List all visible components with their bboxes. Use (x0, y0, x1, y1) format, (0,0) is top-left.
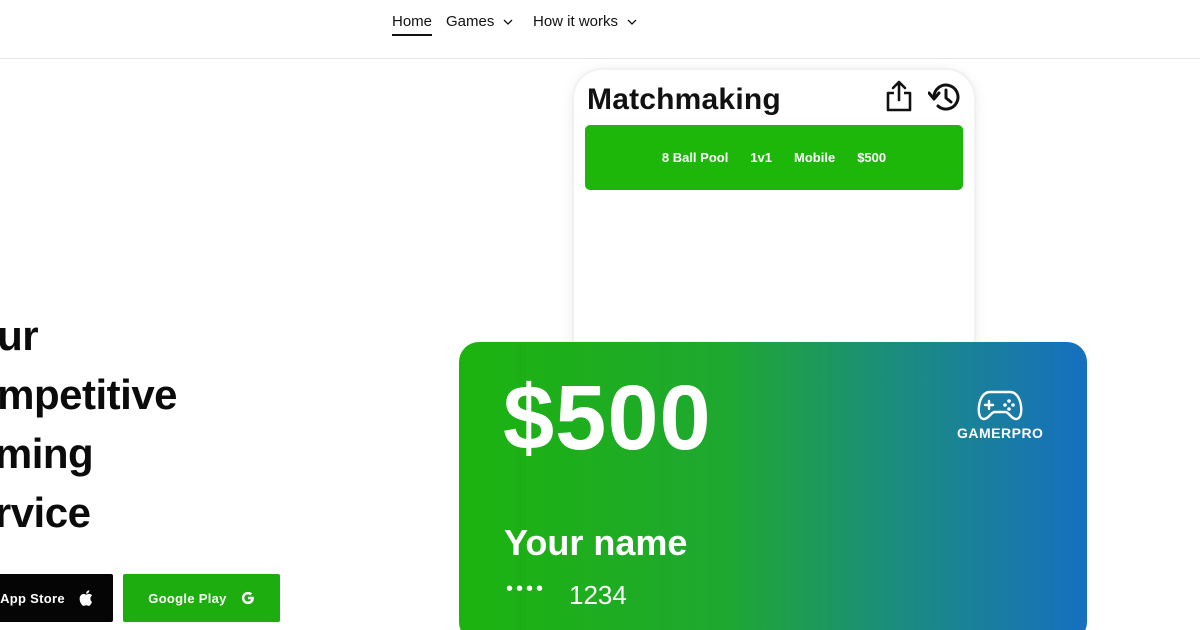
brand-name: GAMERPRO (957, 425, 1044, 441)
nav-how-label: How it works (533, 13, 619, 30)
history-icon[interactable] (928, 81, 962, 113)
prize-card: $500 GAMERPRO Your name •••• 1234 (459, 342, 1087, 630)
nav-item-how-it-works[interactable]: How it works (533, 13, 637, 30)
gamerpro-logo: GAMERPRO (957, 388, 1043, 441)
nav-item-games[interactable]: Games (446, 13, 513, 30)
hero-heading: our ompetitive aming ervice (0, 306, 272, 542)
google-g-icon (241, 591, 254, 605)
chevron-down-icon (627, 19, 637, 25)
chevron-down-icon (503, 19, 513, 25)
match-platform: Mobile (794, 150, 836, 165)
nav-home-label: Home (392, 13, 433, 36)
share-icon[interactable] (884, 79, 914, 113)
card-last-digits: 1234 (569, 580, 627, 610)
hero-line: aming (0, 430, 94, 477)
google-play-button[interactable]: Google Play (123, 574, 280, 622)
apple-icon (79, 590, 93, 606)
match-stake: $500 (857, 150, 887, 165)
hero-line: ervice (0, 489, 91, 536)
hero-line: ompetitive (0, 371, 178, 418)
card-holder-name: Your name (504, 522, 688, 563)
match-mode: 1v1 (750, 150, 773, 165)
top-nav: Home Games How it works (0, 0, 1200, 59)
google-play-label: Google Play (148, 590, 227, 606)
matchmaking-title: Matchmaking (587, 83, 781, 116)
nav-item-home[interactable]: Home (392, 13, 433, 36)
hero-line: our (0, 312, 39, 359)
match-listing[interactable]: 8 Ball Pool 1v1 Mobile $500 (585, 125, 963, 190)
card-masked-dots: •••• (506, 578, 547, 600)
app-store-button[interactable]: App Store (0, 574, 113, 622)
match-game: 8 Ball Pool (661, 150, 729, 165)
nav-games-label: Games (446, 13, 495, 30)
prize-amount: $500 (503, 367, 712, 469)
gamepad-icon (977, 390, 1023, 421)
app-store-label: App Store (0, 590, 65, 606)
